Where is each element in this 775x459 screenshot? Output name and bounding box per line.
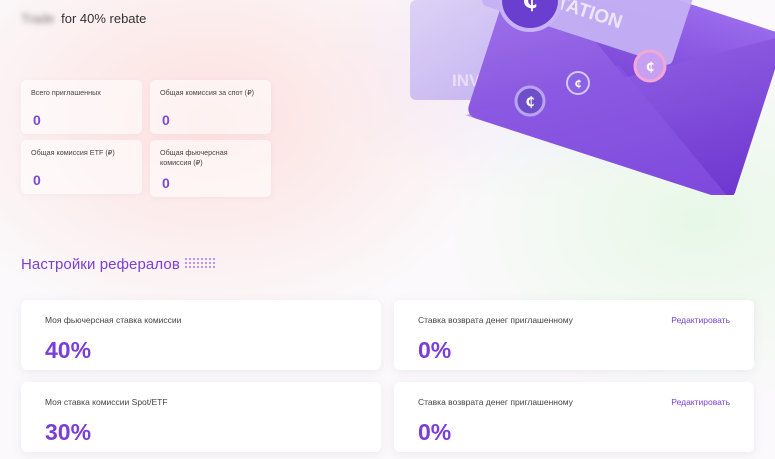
coin-icon: ₵ bbox=[633, 49, 667, 83]
promo-text: Trade for 40% rebate bbox=[21, 11, 146, 26]
stat-value: 0 bbox=[33, 172, 41, 188]
card-label: Ставка возврата денег приглашенному bbox=[418, 397, 573, 407]
invitation-illustration: INVITA INVITATION ₵ ₵ ₵ ₵ bbox=[410, 0, 775, 195]
invitation-card-back: INVITA bbox=[410, 0, 570, 100]
svg-text:₵: ₵ bbox=[575, 79, 582, 90]
coin-icon: ₵ bbox=[498, 0, 562, 32]
invitee-rebate-card-futures: Ставка возврата денег приглашенному Реда… bbox=[394, 300, 754, 370]
spot-etf-commission-rate-card: Моя ставка комиссии Spot/ETF 30% bbox=[21, 382, 381, 452]
envelope-icon: INVITATION bbox=[465, 0, 775, 195]
stat-value: 0 bbox=[33, 112, 41, 128]
svg-text:₵: ₵ bbox=[522, 0, 537, 14]
card-label: Ставка возврата денег приглашенному bbox=[418, 315, 573, 325]
svg-text:₵: ₵ bbox=[525, 95, 534, 110]
decorative-dots-icon bbox=[185, 258, 219, 272]
card-value: 30% bbox=[45, 419, 92, 445]
stat-total-invited: Всего приглашенных 0 bbox=[21, 80, 142, 134]
card-value: 0% bbox=[418, 337, 452, 363]
card-value: 40% bbox=[45, 337, 92, 363]
stat-spot-commission: Общая комиссия за спот (₽) 0 bbox=[150, 80, 271, 134]
stat-label: Всего приглашенных bbox=[31, 88, 101, 97]
edit-link[interactable]: Редактировать bbox=[671, 315, 730, 325]
stat-etf-commission: Общая комиссия ETF (₽) 0 bbox=[21, 140, 142, 194]
coin-icon: ₵ bbox=[566, 71, 590, 95]
referral-settings-title: Настройки рефералов bbox=[21, 256, 180, 273]
stat-futures-commission: Общая фьючерсная комиссия (₽) 0 bbox=[150, 140, 271, 197]
edit-link[interactable]: Редактировать bbox=[671, 397, 730, 407]
coin-icon: ₵ bbox=[514, 85, 546, 117]
card-label: Моя фьючерсная ставка комиссии bbox=[45, 315, 182, 325]
futures-commission-rate-card: Моя фьючерсная ставка комиссии 40% bbox=[21, 300, 381, 370]
card-value: 0% bbox=[418, 419, 452, 445]
svg-text:₵: ₵ bbox=[646, 60, 654, 74]
invitation-text-back: INVITA bbox=[452, 71, 506, 90]
promo-blurred-word: Trade bbox=[21, 11, 55, 26]
card-label: Моя ставка комиссии Spot/ETF bbox=[45, 397, 168, 407]
stat-label: Общая комиссия за спот (₽) bbox=[160, 88, 255, 97]
stat-value: 0 bbox=[162, 112, 170, 128]
promo-rebate-text: for 40% rebate bbox=[61, 11, 147, 26]
stat-label: Общая фьючерсная комиссия (₽) bbox=[160, 148, 228, 167]
invitee-rebate-card-spot: Ставка возврата денег приглашенному Реда… bbox=[394, 382, 754, 452]
stat-value: 0 bbox=[162, 175, 170, 191]
invitation-text-front: INVITATION bbox=[519, 0, 625, 33]
stat-label: Общая комиссия ETF (₽) bbox=[31, 148, 115, 157]
